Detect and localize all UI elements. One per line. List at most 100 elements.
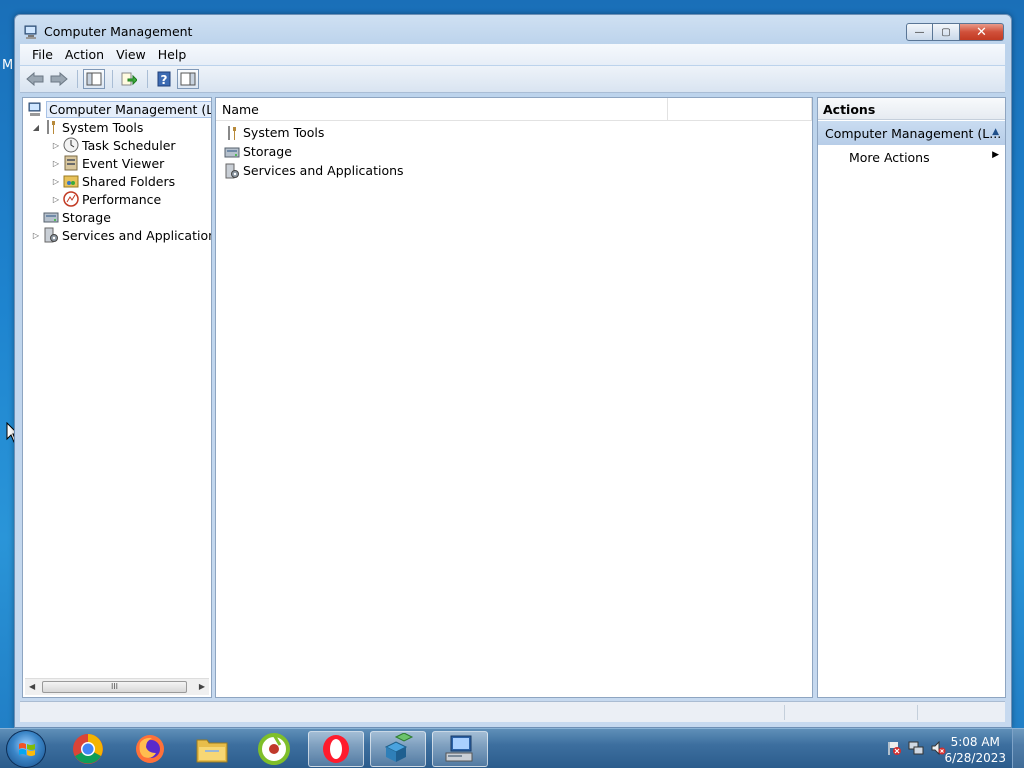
results-list-pane: Name System Tools Storage Services and A… [215, 97, 813, 698]
actions-pane: Actions Computer Management (L... ▲ More… [817, 97, 1006, 698]
console-tree-pane[interactable]: Computer Management (Local ◢ System Tool… [22, 97, 212, 698]
file-explorer-icon [196, 739, 228, 763]
list-item-storage[interactable]: Storage [222, 142, 292, 161]
tree-item-label: Event Viewer [82, 155, 165, 171]
close-button[interactable]: ✕ [960, 23, 1004, 41]
computer-management-icon [445, 735, 473, 762]
show-hide-tree-icon [86, 72, 102, 86]
tree-item-system-tools[interactable]: ◢ System Tools [31, 118, 143, 136]
tree-item-label: Shared Folders [82, 173, 176, 189]
scroll-left-icon[interactable]: ◀ [29, 682, 35, 691]
tree-item-event-viewer[interactable]: ▷ Event Viewer [51, 154, 164, 172]
tree-item-storage[interactable]: Storage [41, 208, 111, 226]
list-header: Name [216, 98, 812, 121]
maximize-icon: ▢ [941, 26, 951, 38]
actions-group-computer-management[interactable]: Computer Management (L... ▲ [818, 121, 1005, 145]
column-header-name[interactable]: Name [216, 98, 668, 120]
expand-arrow-icon[interactable]: ▷ [31, 231, 41, 240]
tree-item-services-and-applications[interactable]: ▷ Services and Applications [31, 226, 212, 244]
computer-management-icon [28, 102, 41, 116]
taskbar-opera[interactable] [308, 731, 364, 767]
expand-arrow-icon[interactable]: ▷ [51, 177, 61, 186]
toolbar-separator [112, 70, 113, 88]
show-hide-action-pane-icon [180, 72, 196, 86]
back-button[interactable] [24, 69, 46, 89]
list-item-label: Storage [243, 144, 292, 159]
list-item-system-tools[interactable]: System Tools [222, 123, 324, 142]
network-icon[interactable] [908, 740, 924, 756]
taskbar-computer-management[interactable] [432, 731, 488, 767]
export-list-button[interactable] [118, 69, 140, 89]
ccleaner-icon [258, 733, 290, 765]
menu-help[interactable]: Help [152, 47, 193, 62]
menu-action[interactable]: Action [59, 47, 110, 62]
help-button[interactable]: ? [153, 69, 175, 89]
forward-icon [50, 72, 68, 86]
expand-arrow-icon[interactable]: ▷ [51, 141, 61, 150]
start-button[interactable] [6, 730, 46, 768]
menu-file[interactable]: File [26, 47, 59, 62]
status-bar [20, 701, 1005, 722]
opera-icon [323, 735, 349, 763]
chrome-icon [73, 734, 103, 764]
tools-icon [47, 120, 55, 134]
clock-icon [63, 137, 79, 153]
more-actions-label: More Actions [849, 150, 930, 165]
close-icon: ✕ [976, 24, 987, 40]
back-icon [26, 72, 44, 86]
tree-item-performance[interactable]: ▷ Performance [51, 190, 161, 208]
help-icon: ? [157, 71, 171, 87]
expand-arrow-icon[interactable]: ▷ [51, 159, 61, 168]
actions-group-label: Computer Management (L... [825, 126, 1002, 141]
taskbar-registry-editor[interactable] [370, 731, 426, 767]
export-list-icon [121, 72, 137, 86]
tree-item-label: Storage [62, 209, 111, 225]
scroll-thumb[interactable]: III [42, 681, 187, 693]
collapse-up-icon[interactable]: ▲ [992, 127, 999, 137]
list-item-services-and-applications[interactable]: Services and Applications [222, 161, 404, 180]
tree-item-shared-folders[interactable]: ▷ Shared Folders [51, 172, 175, 190]
taskbar-firefox[interactable] [122, 731, 178, 767]
show-desktop-button[interactable] [1012, 729, 1024, 768]
menu-view[interactable]: View [110, 47, 152, 62]
window-title: Computer Management [44, 24, 193, 39]
taskbar-chrome[interactable] [60, 731, 116, 767]
services-icon [44, 227, 58, 243]
clock-date: 6/28/2023 [944, 751, 1006, 765]
tree-item-computer-management[interactable]: Computer Management (Local [23, 100, 211, 118]
minimize-icon: — [914, 26, 925, 38]
scroll-right-icon[interactable]: ▶ [199, 682, 205, 691]
clock-time: 5:08 AM [950, 735, 1000, 749]
menu-bar: File Action View Help [20, 44, 1005, 65]
tree-item-label: Services and Applications [62, 227, 212, 243]
action-center-flag-icon[interactable] [886, 740, 902, 756]
tree-item-label: Task Scheduler [82, 137, 176, 153]
taskbar-ccleaner[interactable] [246, 731, 302, 767]
more-actions-item[interactable]: More Actions ▶ [849, 150, 1005, 165]
expand-arrow-icon[interactable]: ▷ [51, 195, 61, 204]
show-hide-tree-button[interactable] [83, 69, 105, 89]
computer-management-window: Computer Management — ▢ ✕ File Action Vi… [14, 14, 1012, 728]
show-hide-action-pane-button[interactable] [177, 69, 199, 89]
actions-header: Actions [818, 98, 1005, 120]
storage-icon [43, 212, 59, 223]
tree-item-task-scheduler[interactable]: ▷ Task Scheduler [51, 136, 176, 154]
toolbar-separator [147, 70, 148, 88]
registry-editor-icon [384, 733, 414, 762]
collapse-arrow-icon[interactable]: ◢ [31, 123, 41, 132]
forward-button[interactable] [48, 69, 70, 89]
desktop-edge-text: M [2, 58, 14, 73]
tree-item-label: System Tools [62, 119, 144, 135]
status-bar-divider [917, 705, 918, 720]
minimize-button[interactable]: — [906, 23, 933, 41]
tree-horizontal-scrollbar[interactable]: ◀ III ▶ [25, 678, 209, 695]
list-item-label: System Tools [243, 125, 325, 140]
svg-text:?: ? [161, 73, 168, 87]
taskbar-clock[interactable]: 5:08 AM 6/28/2023 [944, 734, 1006, 766]
system-tray [886, 740, 946, 756]
title-bar[interactable]: Computer Management — ▢ ✕ [15, 15, 1011, 47]
status-bar-divider [784, 705, 785, 720]
taskbar-file-explorer[interactable] [184, 731, 240, 767]
maximize-button[interactable]: ▢ [933, 23, 960, 41]
taskbar: 5:08 AM 6/28/2023 [0, 728, 1024, 768]
